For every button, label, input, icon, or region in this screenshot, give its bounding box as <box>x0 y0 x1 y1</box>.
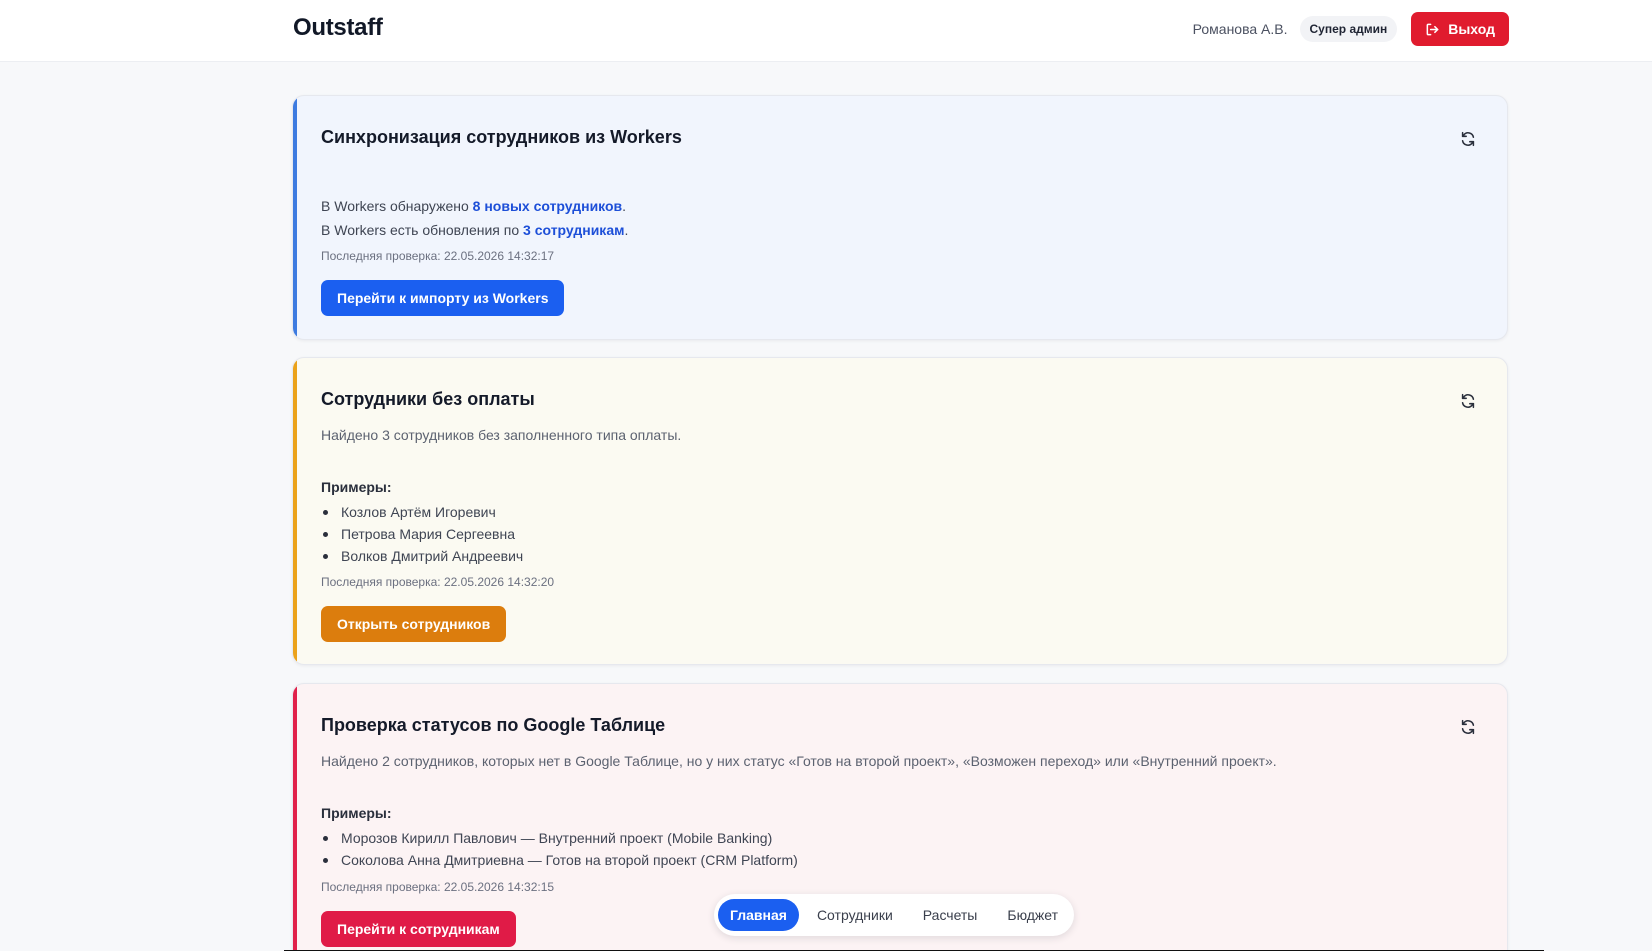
top-header: Outstaff Романова А.В. Супер админ Выход <box>0 0 1652 62</box>
card-title: Проверка статусов по Google Таблице <box>321 715 666 735</box>
examples-label: Примеры: <box>321 479 392 495</box>
workers-sync-card: Синхронизация сотрудников из Workers В W… <box>292 95 1508 340</box>
logout-label: Выход <box>1448 21 1495 37</box>
last-check-time: Последняя проверка: 22.05.2026 14:32:17 <box>321 249 555 263</box>
examples-list: Морозов Кирилл Павлович — Внутренний про… <box>323 827 798 871</box>
card-description: Найдено 2 сотрудников, которых нет в Goo… <box>321 753 1277 769</box>
user-name: Романова А.В. <box>1192 21 1288 37</box>
list-item: Петрова Мария Сергеевна <box>322 523 523 545</box>
bottom-nav: Главная Сотрудники Расчеты Бюджет <box>714 894 1075 936</box>
card-title: Сотрудники без оплаты <box>321 389 535 409</box>
list-item: Волков Дмитрий Андреевич <box>322 545 523 567</box>
text-suffix: . <box>622 198 627 214</box>
tab-calculations[interactable]: Расчеты <box>911 899 990 931</box>
refresh-icon[interactable] <box>1459 392 1477 410</box>
refresh-icon[interactable] <box>1459 718 1477 736</box>
role-badge: Супер админ <box>1299 16 1398 42</box>
text-suffix: . <box>624 222 629 238</box>
updates-text: В Workers есть обновления по 3 сотрудник… <box>321 222 628 238</box>
examples-list: Козлов Артём Игоревич Петрова Мария Серг… <box>322 501 523 567</box>
open-employees-button[interactable]: Открыть сотрудников <box>321 606 507 642</box>
text-prefix: В Workers есть обновления по <box>321 222 524 238</box>
card-title: Синхронизация сотрудников из Workers <box>321 127 682 147</box>
logout-icon <box>1426 23 1439 35</box>
employees-without-payment-card: Сотрудники без оплаты Найдено 3 сотрудни… <box>292 357 1508 665</box>
list-item: Козлов Артём Игоревич <box>322 501 523 523</box>
logout-button[interactable]: Выход <box>1411 12 1509 46</box>
list-item: Морозов Кирилл Павлович — Внутренний про… <box>323 827 798 849</box>
last-check-time: Последняя проверка: 22.05.2026 14:32:15 <box>321 880 555 894</box>
app-logo[interactable]: Outstaff <box>293 14 383 42</box>
tab-main[interactable]: Главная <box>718 899 799 931</box>
go-to-workers-import-button[interactable]: Перейти к импорту из Workers <box>321 280 565 316</box>
card-description: Найдено 3 сотрудников без заполненного т… <box>321 427 682 443</box>
tab-employees[interactable]: Сотрудники <box>805 899 905 931</box>
examples-label: Примеры: <box>321 805 392 821</box>
text-prefix: В Workers обнаружено <box>321 198 473 214</box>
go-to-employees-button[interactable]: Перейти к сотрудникам <box>321 911 516 947</box>
new-employees-text: В Workers обнаружено 8 новых сотрудников… <box>321 198 626 214</box>
new-employees-link[interactable]: 8 новых сотрудников <box>473 198 623 214</box>
list-item: Соколова Анна Дмитриевна — Готов на втор… <box>323 849 798 871</box>
refresh-icon[interactable] <box>1459 130 1477 148</box>
updates-link[interactable]: 3 сотрудникам <box>523 222 624 238</box>
user-area: Романова А.В. Супер админ Выход <box>1193 12 1509 46</box>
tab-budget[interactable]: Бюджет <box>995 899 1070 931</box>
last-check-time: Последняя проверка: 22.05.2026 14:32:20 <box>321 575 555 589</box>
